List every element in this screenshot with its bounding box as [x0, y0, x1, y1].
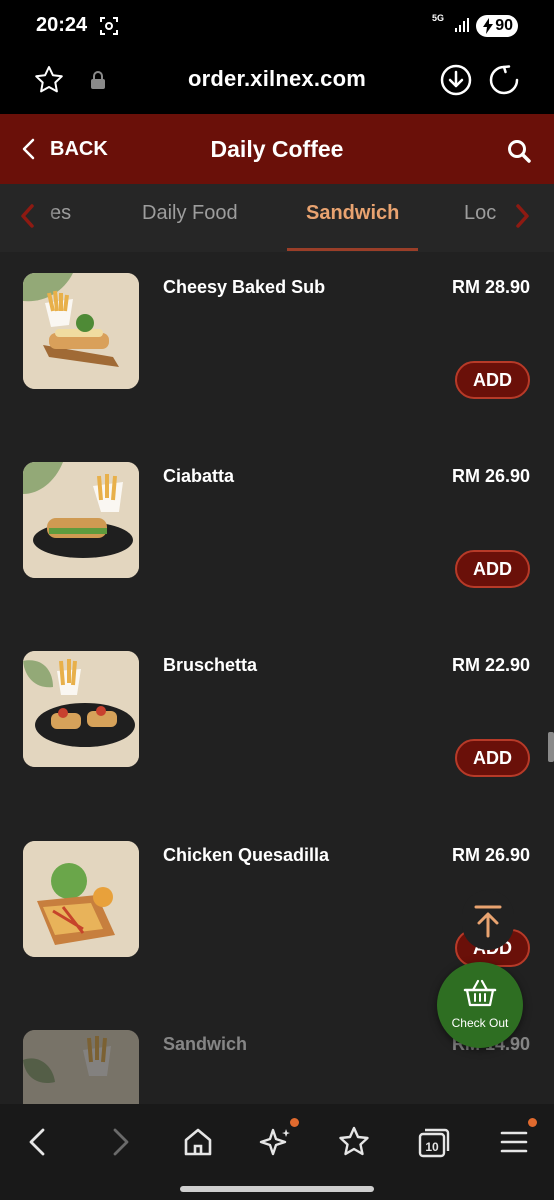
product-price: RM 26.90 — [451, 466, 530, 486]
product-image — [23, 651, 139, 767]
product-price: RM 26.90 — [451, 845, 530, 865]
notification-dot — [290, 1118, 299, 1127]
chevron-right-icon[interactable] — [512, 202, 532, 230]
back-label: BACK — [50, 137, 108, 160]
battery-indicator: 90 — [476, 15, 518, 37]
home-icon — [184, 1128, 212, 1156]
chevron-left-icon[interactable] — [18, 202, 38, 230]
tabs-count: 10 — [425, 1140, 439, 1154]
product-image — [23, 462, 139, 578]
product-price: RM 28.90 — [451, 277, 530, 297]
chevron-left-icon — [29, 1128, 45, 1156]
tab-next-category[interactable]: Loc — [464, 202, 496, 225]
sparkle-icon — [259, 1128, 290, 1156]
battery-level: 90 — [495, 17, 513, 34]
product-name: Ciabatta — [163, 466, 235, 486]
tabs-icon: 10 — [418, 1128, 450, 1158]
checkout-label: Check Out — [451, 1016, 509, 1030]
basket-icon — [463, 979, 497, 1007]
status-bar: 20:24 5G 90 — [0, 0, 554, 52]
product-name: Sandwich — [163, 1034, 248, 1054]
download-icon[interactable] — [440, 64, 472, 96]
product-name: Cheesy Baked Sub — [163, 277, 326, 297]
network-type: 5G — [432, 13, 445, 23]
charging-icon — [483, 18, 493, 34]
tab-daily-food[interactable]: Daily Food — [142, 202, 238, 225]
notification-dot — [528, 1118, 537, 1127]
back-button[interactable]: BACK — [18, 134, 108, 164]
menu-icon — [500, 1131, 528, 1153]
scroll-to-top-button[interactable] — [462, 890, 514, 950]
nav-home-button[interactable] — [180, 1124, 216, 1160]
product-image — [23, 273, 139, 389]
checkout-button[interactable]: Check Out — [437, 962, 523, 1048]
search-icon[interactable] — [506, 138, 532, 164]
product-item[interactable]: Cheesy Baked Sub RM 28.90 ADD — [0, 252, 554, 442]
add-button[interactable]: ADD — [455, 739, 530, 777]
browser-bar: order.xilnex.com — [0, 52, 554, 114]
arrow-up-icon — [474, 905, 502, 938]
scrollbar-thumb[interactable] — [548, 732, 554, 762]
product-image — [23, 841, 139, 957]
screenshot-icon — [100, 17, 118, 35]
product-price: RM 22.90 — [451, 655, 530, 675]
active-tab-underline — [287, 248, 418, 251]
app-header: BACK Daily Coffee — [0, 114, 554, 184]
category-tabs: es Daily Food Sandwich Loc — [0, 184, 554, 252]
nav-tabs-button[interactable]: 10 — [416, 1124, 452, 1160]
product-item[interactable]: Bruschetta RM 22.90 ADD — [0, 630, 554, 820]
bookmarks-star-icon — [339, 1126, 369, 1156]
reload-icon[interactable] — [488, 64, 520, 96]
nav-forward-button[interactable] — [102, 1124, 138, 1160]
add-button[interactable]: ADD — [455, 550, 530, 588]
nav-menu-button[interactable] — [496, 1124, 532, 1160]
chevron-left-icon — [22, 138, 35, 160]
product-name: Chicken Quesadilla — [163, 845, 330, 865]
product-name: Bruschetta — [163, 655, 258, 675]
add-button[interactable]: ADD — [455, 361, 530, 399]
nav-ai-button[interactable] — [258, 1124, 294, 1160]
product-image — [23, 1030, 139, 1104]
product-item[interactable]: Ciabatta RM 26.90 ADD — [0, 441, 554, 631]
signal-icon — [455, 18, 469, 32]
chevron-right-icon — [113, 1128, 129, 1156]
nav-bookmarks-button[interactable] — [336, 1124, 372, 1160]
status-time: 20:24 — [36, 14, 88, 36]
home-indicator[interactable] — [180, 1186, 374, 1192]
nav-back-button[interactable] — [20, 1124, 56, 1160]
tab-sandwich[interactable]: Sandwich — [306, 202, 399, 225]
